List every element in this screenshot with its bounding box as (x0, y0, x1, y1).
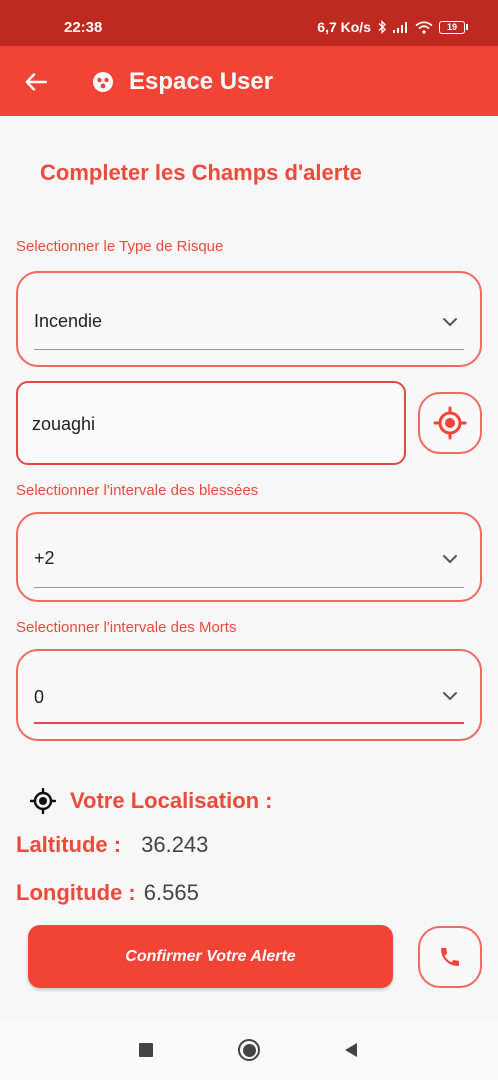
longitude-value: 6.565 (143, 880, 199, 905)
system-nav-bar (0, 1020, 498, 1080)
chevron-down-icon (443, 318, 457, 327)
battery-level: 19 (439, 20, 465, 34)
location-heading: Votre Localisation : (30, 788, 273, 814)
wifi-icon (415, 20, 433, 34)
deaths-label: Selectionner l'intervale des Morts (16, 619, 237, 636)
gps-target-icon (30, 788, 56, 814)
gps-target-icon (433, 406, 467, 440)
form-title: Completer les Champs d'alerte (40, 160, 362, 185)
call-button[interactable] (418, 926, 482, 988)
dropdown-underline (34, 349, 464, 350)
deaths-dropdown[interactable]: 0 (16, 649, 482, 741)
dropdown-underline (34, 722, 464, 724)
bluetooth-icon (378, 20, 386, 34)
risk-type-value: Incendie (34, 311, 103, 331)
injured-label: Selectionner l'intervale des blessées (16, 482, 259, 499)
app-logo-icon (93, 72, 113, 92)
home-icon[interactable] (238, 1039, 260, 1061)
risk-type-label: Selectionner le Type de Risque (16, 238, 224, 255)
back-arrow-icon (25, 73, 47, 91)
risk-type-dropdown[interactable]: Incendie (16, 271, 482, 367)
back-button[interactable] (20, 66, 52, 98)
recent-apps-icon[interactable] (139, 1043, 153, 1057)
battery-icon: 19 (439, 20, 468, 34)
network-speed: 6,7 Ko/s (317, 19, 371, 35)
deaths-value: 0 (34, 687, 45, 707)
back-icon[interactable] (343, 1042, 359, 1058)
app-title: Espace User (129, 68, 274, 95)
longitude-label: Longitude : (16, 880, 136, 905)
phone-icon (441, 948, 459, 966)
latitude-value: 36.243 (141, 832, 209, 857)
chevron-down-icon (443, 555, 457, 564)
injured-value: +2 (34, 548, 55, 568)
get-location-button[interactable] (418, 392, 482, 454)
latitude-label: Laltitude : (16, 832, 122, 857)
injured-dropdown[interactable]: +2 (16, 512, 482, 602)
dropdown-underline (34, 587, 464, 588)
signal-icon (393, 22, 407, 33)
latitude-row: Laltitude : 36.243 (16, 832, 208, 858)
location-input[interactable]: zouaghi (16, 381, 406, 465)
location-input-value: zouaghi (32, 414, 96, 434)
chevron-down-icon (443, 692, 457, 701)
status-time: 22:38 (64, 19, 103, 36)
status-bar: 22:38 6,7 Ko/s 19 (0, 0, 498, 46)
confirm-alert-button[interactable]: Confirmer Votre Alerte (28, 925, 393, 988)
app-bar: Espace User (0, 46, 498, 116)
status-indicators: 6,7 Ko/s 19 (317, 19, 468, 35)
location-title: Votre Localisation : (70, 788, 273, 813)
longitude-row: Longitude : 6.565 (16, 880, 199, 906)
